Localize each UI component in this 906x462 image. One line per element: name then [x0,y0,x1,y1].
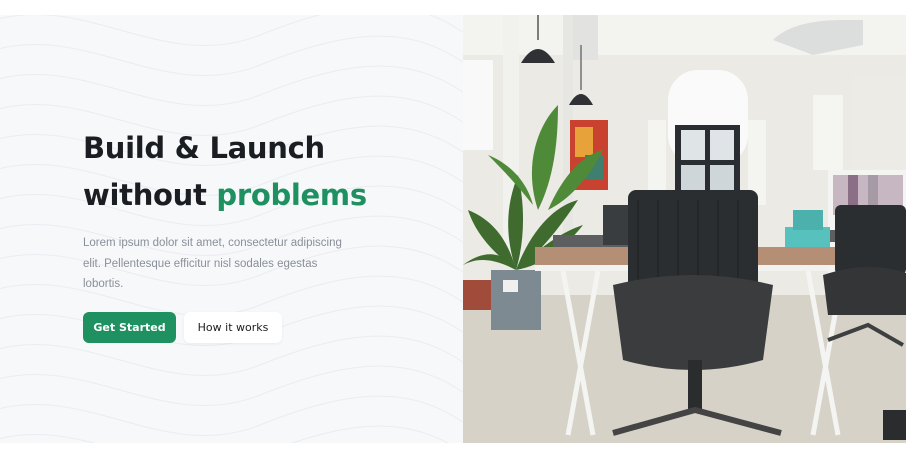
headline-accent: problems [216,178,367,212]
headline-line-1: Build & Launch [83,131,325,165]
how-it-works-button[interactable]: How it works [184,311,282,343]
hero-text-panel: Build & Launch without problems Lorem ip… [0,15,463,443]
hero-buttons: Get Started How it works [83,311,423,343]
hero-description: Lorem ipsum dolor sit amet, consectetur … [83,237,342,290]
get-started-button[interactable]: Get Started [83,311,176,343]
hero-image-panel [463,15,906,443]
hero-content: Build & Launch without problems Lorem ip… [83,125,423,343]
headline-line-2-prefix: without [83,178,217,212]
hero-headline: Build & Launch without problems [83,125,423,219]
office-interior-photo [463,15,906,443]
hero-section: Build & Launch without problems Lorem ip… [0,15,906,443]
